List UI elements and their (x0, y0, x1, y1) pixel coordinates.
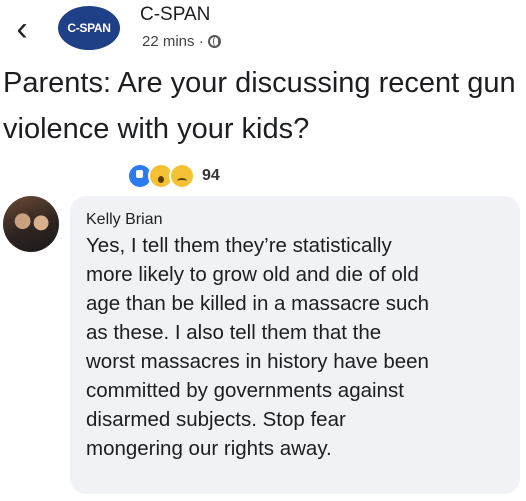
reaction-count: 94 (202, 167, 220, 184)
page-avatar[interactable]: C-SPAN (58, 6, 120, 50)
comment-bubble: Kelly Brian Yes, I tell them they’re sta… (70, 196, 520, 494)
back-button[interactable]: ‹ (10, 10, 34, 48)
comment-author[interactable]: Kelly Brian (86, 211, 162, 229)
commenter-avatar[interactable] (3, 196, 59, 252)
globe-icon (207, 35, 221, 48)
post-time[interactable]: 22 mins · (142, 33, 204, 50)
reaction-summary[interactable]: 94 (127, 163, 220, 189)
page-name[interactable]: C-SPAN (140, 4, 210, 26)
sad-icon (169, 163, 195, 189)
post-text: Parents: Are your discussing recent gun … (3, 67, 516, 145)
post-meta: 22 mins · (142, 33, 221, 50)
post-header: ‹ C-SPAN C-SPAN 22 mins · (0, 0, 526, 62)
chevron-left-icon: ‹ (16, 10, 28, 48)
page-avatar-logo: C-SPAN (67, 21, 111, 35)
comment-text: Yes, I tell them they’re statistically m… (86, 234, 430, 460)
